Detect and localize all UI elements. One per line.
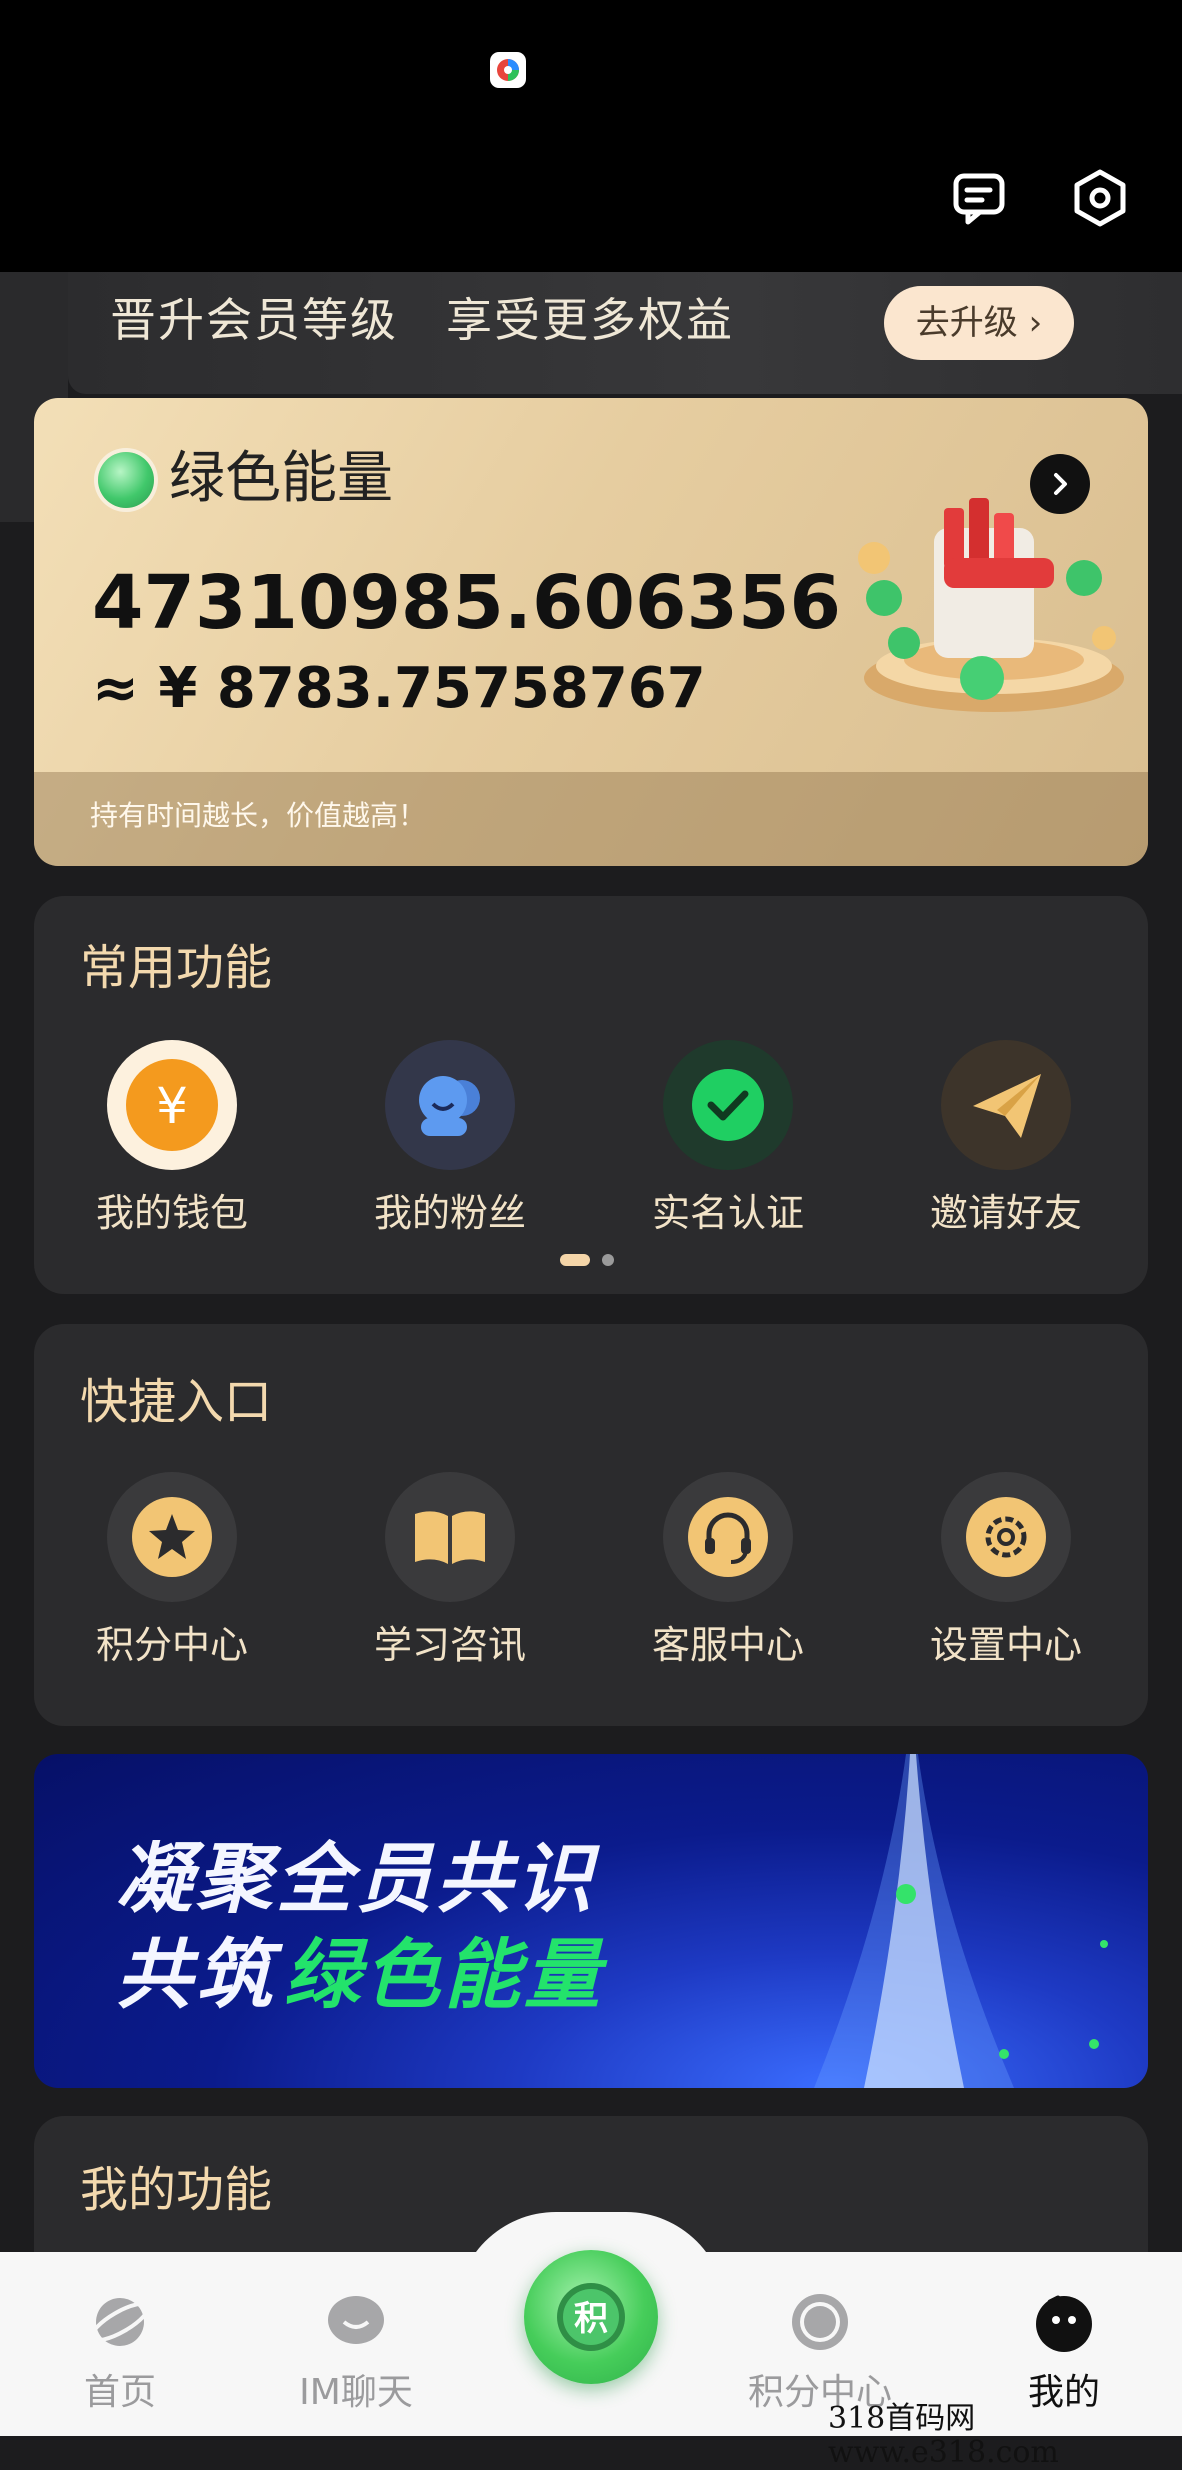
tab-profile[interactable]: 我的 bbox=[974, 2290, 1154, 2416]
my-functions-title: 我的功能 bbox=[80, 2162, 273, 2218]
learning-news-button[interactable]: 学习咨讯 bbox=[350, 1472, 550, 1672]
customer-service-button[interactable]: 客服中心 bbox=[628, 1472, 828, 1672]
gear-icon bbox=[941, 1472, 1071, 1602]
quick-entry-title: 快捷入口 bbox=[80, 1374, 273, 1430]
promo-banner[interactable]: 凝聚全员共识 共筑 绿色能量 bbox=[34, 1754, 1148, 2088]
common-functions-title: 常用功能 bbox=[80, 940, 273, 996]
my-wallet-button[interactable]: ¥ 我的钱包 bbox=[72, 1040, 272, 1240]
promo-headline-1: 凝聚全员共识 bbox=[116, 1834, 596, 1923]
wallet-illustration-icon bbox=[858, 498, 1124, 712]
settings-center-button[interactable]: 设置中心 bbox=[906, 1472, 1106, 1672]
points-coin-icon: 积 bbox=[557, 2283, 625, 2351]
tab-im-chat[interactable]: IM聊天 bbox=[266, 2290, 446, 2416]
chat-bubble-icon bbox=[328, 2296, 384, 2344]
headset-icon bbox=[663, 1472, 793, 1602]
tab-home[interactable]: 首页 bbox=[30, 2290, 210, 2416]
my-fans-button[interactable]: 我的粉丝 bbox=[350, 1040, 550, 1240]
yuan-coin-icon: ¥ bbox=[107, 1040, 237, 1170]
learning-news-label: 学习咨讯 bbox=[373, 1623, 526, 1667]
svg-text:¥: ¥ bbox=[156, 1077, 188, 1135]
settings-hex-icon[interactable] bbox=[1070, 168, 1130, 228]
invite-friends-button[interactable]: 邀请好友 bbox=[906, 1040, 1106, 1240]
energy-coin-icon bbox=[98, 452, 154, 508]
energy-title: 绿色能量 bbox=[169, 446, 393, 511]
invite-friends-label: 邀请好友 bbox=[929, 1191, 1082, 1235]
tab-points-center[interactable]: 积分中心 bbox=[730, 2290, 910, 2416]
points-center-button[interactable]: 积分中心 bbox=[72, 1472, 272, 1672]
promo-headline-2a: 共筑 bbox=[116, 1930, 276, 2019]
app-notification-icon bbox=[490, 52, 526, 88]
light-beam-graphic bbox=[814, 1754, 1108, 2088]
promo-headline-2b: 绿色能量 bbox=[284, 1930, 604, 2019]
top-header bbox=[0, 0, 1182, 272]
check-icon bbox=[663, 1040, 793, 1170]
customer-service-label: 客服中心 bbox=[651, 1623, 804, 1667]
book-icon bbox=[385, 1472, 515, 1602]
tab-im-chat-label: IM聊天 bbox=[299, 2372, 413, 2413]
energy-footer-text: 持有时间越长，价值越高！ bbox=[90, 799, 427, 832]
real-name-verification-button[interactable]: 实名认证 bbox=[628, 1040, 828, 1240]
real-name-verification-label: 实名认证 bbox=[651, 1191, 804, 1235]
points-center-label: 积分中心 bbox=[95, 1623, 248, 1667]
star-icon bbox=[107, 1472, 237, 1602]
watermark: 318首码网 www.e318.com bbox=[828, 2401, 1059, 2470]
tab-home-label: 首页 bbox=[83, 2372, 156, 2413]
profile-icon bbox=[1036, 2295, 1092, 2352]
center-char: 积 bbox=[574, 2299, 608, 2339]
paper-plane-icon bbox=[941, 1040, 1071, 1170]
page-dot bbox=[602, 1254, 614, 1266]
tab-center-points[interactable]: 积 bbox=[524, 2250, 658, 2384]
planet-icon bbox=[89, 2298, 151, 2346]
settings-center-label: 设置中心 bbox=[929, 1623, 1082, 1667]
member-upgrade-text: 晋升会员等级 享受更多权益 bbox=[110, 293, 734, 347]
message-icon[interactable] bbox=[950, 168, 1010, 228]
points-icon bbox=[792, 2294, 848, 2350]
upgrade-button[interactable]: 去升级 › bbox=[884, 286, 1074, 360]
my-wallet-label: 我的钱包 bbox=[95, 1191, 248, 1235]
energy-cny-value: ≈ ¥ 8783.75758767 bbox=[92, 656, 706, 721]
fans-icon bbox=[385, 1040, 515, 1170]
my-fans-label: 我的粉丝 bbox=[373, 1191, 526, 1235]
energy-amount: 47310985.606356 bbox=[92, 560, 841, 646]
page-dot-active bbox=[560, 1254, 590, 1266]
green-energy-card[interactable]: 绿色能量 47310985.606356 ≈ ¥ 8783.75758767 持… bbox=[34, 398, 1148, 866]
